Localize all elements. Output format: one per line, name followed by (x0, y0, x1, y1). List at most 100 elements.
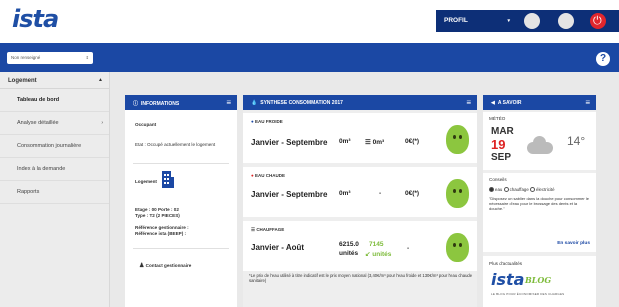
advice-options: eau chauffage électricité (489, 187, 555, 193)
informations-header: ⓘ INFORMATIONS ≡ (125, 95, 237, 110)
sidebar-item-label: Analyse détaillée (17, 120, 59, 126)
occupant-state: Etat : Occupé actuellement le logement (135, 142, 216, 147)
heating-label: ☰ CHAUFFAGE (251, 227, 285, 232)
advice-card: Conseils eau chauffage électricité "Disp… (483, 173, 596, 252)
lodging-select-value: Non renseigné (11, 55, 41, 60)
power-icon[interactable] (590, 13, 606, 29)
a-savoir-panel: ◀ A SAVOIR ≡ MÉTÉO MAR 19 SEP 14° Conseil… (483, 95, 596, 307)
radio-chauffage-label: chauffage (509, 187, 529, 192)
advice-text: "Disposez un sablier dans la douche pour… (489, 196, 589, 211)
sidebar-item-rapports[interactable]: Rapports (0, 181, 109, 204)
contact-manager-link[interactable]: ♟ Contact gestionnaire (139, 262, 191, 269)
cold-water-label: ● EAU FROIDE (251, 119, 283, 124)
updown-icon: ⇕ (85, 55, 89, 60)
ista-logo[interactable]: ista (12, 5, 59, 33)
ista-reference: Référence ista (BEEP) : (135, 231, 187, 236)
chevron-down-icon: ▾ (507, 18, 510, 24)
hot-water-card[interactable]: ● EAU CHAUDE Janvier - Septembre 0m³ - 0… (243, 167, 477, 217)
sidebar-section-label: Logement (8, 78, 37, 84)
synthese-header: 💧 SYNTHESE CONSOMMATION 2017 ≡ (243, 95, 477, 110)
megaphone-icon: ◀ (491, 100, 495, 106)
drop-icon: ● (251, 173, 254, 178)
price-note: *Le prix de l'eau utilisé à titre indica… (249, 273, 473, 283)
weather-label: MÉTÉO (489, 116, 506, 121)
weather-temp: 14° (567, 134, 586, 148)
arrow-down-icon: ↙ (365, 251, 371, 258)
sidebar-item-label: Consommation journalière (17, 143, 82, 149)
top-header: ista PROFIL ▾ (0, 0, 619, 43)
cold-water-value: 0m³ (339, 138, 351, 145)
sidebar-item-tableau-de-bord[interactable]: Tableau de bord (0, 89, 109, 112)
sidebar-section-logement[interactable]: Logement ▲ (0, 72, 109, 89)
person-icon: ♟ (139, 263, 145, 269)
radio-chauffage[interactable] (503, 187, 509, 193)
chevron-up-icon: ▲ (98, 77, 103, 83)
heating-cost: - (407, 245, 410, 252)
cold-water-cost: 0€(*) (405, 138, 420, 145)
weather-card: MÉTÉO MAR 19 SEP 14° (483, 112, 596, 170)
drop-icon: ● (251, 119, 254, 124)
sidebar-item-analyse-detaillee[interactable]: Analyse détaillée › (0, 112, 109, 135)
learn-more-link[interactable]: En savoir plus (557, 241, 590, 246)
sidebar-item-index-a-la-demande[interactable]: Index à la demande (0, 158, 109, 181)
drop-icon: 💧 (251, 100, 258, 106)
cold-water-period: Janvier - Septembre (251, 138, 328, 147)
sidebar-item-consommation-journaliere[interactable]: Consommation journalière (0, 135, 109, 158)
toolbar-band: Non renseigné ⇕ ? (0, 43, 619, 72)
chevron-right-icon: › (101, 120, 103, 126)
header-icon-group (516, 10, 619, 32)
hot-water-value: 0m³ (339, 190, 351, 197)
info-icon: ⓘ (133, 101, 139, 107)
heating-compare: 7145 (369, 241, 384, 248)
hot-water-compare: - (379, 190, 382, 197)
menu-icon[interactable]: ≡ (585, 98, 590, 107)
heating-unit: unités (339, 250, 359, 257)
weather-daynum: 19 (491, 137, 506, 152)
news-card[interactable]: Plus d'actualités ista BLOG LE BLOG POUR… (483, 256, 596, 307)
ista-blog-logo[interactable]: ista (491, 270, 524, 289)
mascot-icon (446, 179, 469, 208)
sidebar-item-label: Index à la demande (17, 166, 66, 172)
divider (133, 248, 229, 249)
weather-month: SEP (491, 152, 512, 163)
menu-icon[interactable]: ≡ (466, 98, 471, 107)
messages-icon[interactable] (558, 13, 574, 29)
news-label: Plus d'actualités (489, 261, 523, 266)
blog-word: BLOG (525, 275, 552, 285)
cold-water-compare: ☰ 0m³ (365, 139, 385, 146)
heating-period: Janvier - Août (251, 243, 305, 252)
blog-subtitle: LE BLOG POUR ÉCONOMISER DES CHARGES (491, 292, 565, 296)
occupant-label: Occupant (135, 122, 157, 127)
radiator-icon: ☰ (251, 227, 256, 232)
sidebar-item-label: Tableau de bord (17, 97, 60, 103)
sidebar: Logement ▲ Tableau de bord Analyse détai… (0, 72, 110, 307)
radio-electricite[interactable] (530, 187, 536, 193)
mascot-icon (446, 125, 469, 154)
a-savoir-title: A SAVOIR (497, 100, 522, 106)
heating-value: 6215.0 (339, 241, 359, 248)
informations-title: INFORMATIONS (141, 101, 180, 107)
equal-icon: ☰ (365, 139, 371, 146)
notification-icon[interactable] (524, 13, 540, 29)
sidebar-item-label: Rapports (17, 189, 40, 195)
synthese-title: SYNTHESE CONSOMMATION 2017 (260, 100, 343, 106)
contact-manager-label: Contact gestionnaire (145, 263, 192, 268)
divider (133, 163, 229, 164)
building-icon (162, 171, 174, 188)
cold-water-card[interactable]: ● EAU FROIDE Janvier - Septembre 0m³ ☰ 0… (243, 113, 477, 163)
help-icon[interactable]: ? (596, 52, 610, 66)
menu-icon[interactable]: ≡ (226, 98, 231, 107)
lodging-select[interactable]: Non renseigné ⇕ (7, 52, 93, 64)
logement-label: Logement (135, 179, 157, 184)
weather-day: MAR (491, 126, 514, 137)
radio-eau[interactable] (489, 187, 494, 193)
radio-electricite-label: électricité (536, 187, 555, 192)
hot-water-label: ● EAU CHAUDE (251, 173, 285, 178)
mascot-icon (446, 233, 469, 262)
hot-water-period: Janvier - Septembre (251, 190, 328, 199)
profile-menu-button[interactable]: PROFIL ▾ (436, 10, 516, 32)
cloud-icon (527, 136, 553, 154)
floor-door: Etage : 00 Porte : 02 (135, 207, 179, 212)
heating-card[interactable]: ☰ CHAUFFAGE Janvier - Août 6215.0 unités… (243, 221, 477, 271)
manager-reference: Référence gestionnaire : (135, 225, 189, 230)
